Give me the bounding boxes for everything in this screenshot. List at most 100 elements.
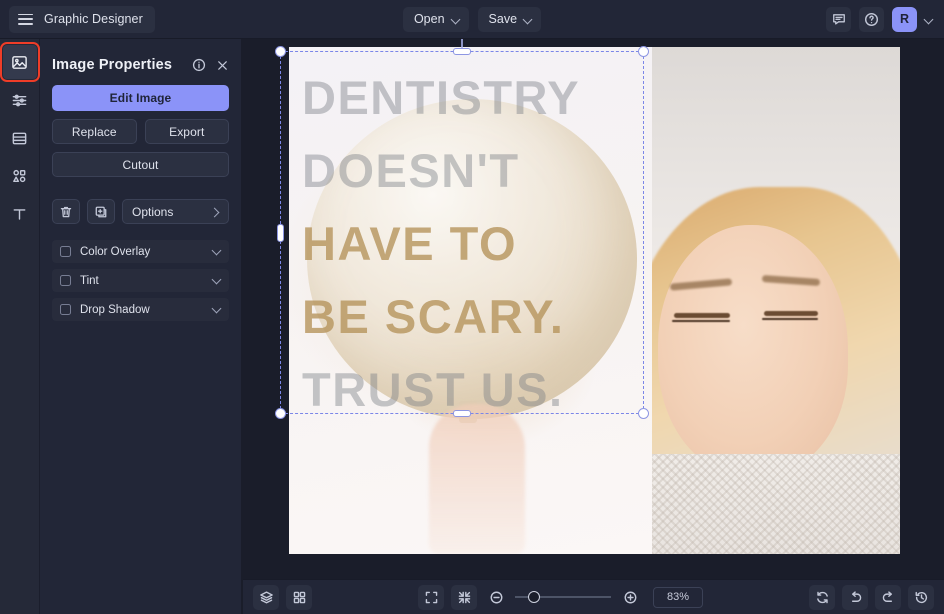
help-button[interactable] [859, 7, 884, 32]
sliders-icon [11, 92, 28, 109]
redo-button[interactable] [875, 585, 901, 610]
collapse-button[interactable] [451, 585, 477, 610]
chevron-right-icon [211, 208, 219, 216]
face-graphic [658, 225, 848, 475]
collapse-icon [457, 590, 472, 605]
drop-shadow-checkbox[interactable] [60, 304, 71, 315]
replace-button[interactable]: Replace [52, 119, 137, 144]
grid-icon [292, 590, 307, 605]
replace-export-row: Replace Export [52, 119, 229, 144]
headline-line: DOESN'T [302, 134, 650, 207]
undo-button[interactable] [842, 585, 868, 610]
options-label: Options [132, 205, 173, 219]
effect-label: Tint [80, 275, 99, 287]
help-circle-icon [864, 12, 879, 27]
refresh-icon [815, 590, 830, 605]
resize-handle-middle-left[interactable] [277, 224, 284, 242]
chevron-down-icon[interactable] [212, 276, 221, 285]
top-right-actions: R [826, 7, 934, 32]
export-button[interactable]: Export [145, 119, 230, 144]
sidebar-item-image-tool[interactable] [3, 45, 37, 79]
hamburger-icon [18, 14, 33, 25]
sidebar-item-text-tool[interactable] [3, 197, 37, 231]
headline-line: HAVE TO [302, 207, 650, 280]
color-overlay-checkbox[interactable] [60, 246, 71, 257]
edit-image-button[interactable]: Edit Image [52, 85, 229, 111]
delete-button[interactable] [52, 199, 80, 224]
fit-screen-icon [424, 590, 439, 605]
reset-view-button[interactable] [809, 585, 835, 610]
headline-line: TRUST US. [302, 353, 650, 426]
chevron-down-icon [452, 15, 460, 23]
eye-left [674, 313, 730, 318]
app-title: Graphic Designer [44, 12, 143, 26]
duplicate-button[interactable] [87, 199, 115, 224]
grid-button[interactable] [286, 585, 312, 610]
chevron-down-icon [524, 15, 532, 23]
chevron-down-icon[interactable] [212, 305, 221, 314]
user-avatar[interactable]: R [892, 7, 917, 32]
minus-circle-icon [489, 590, 504, 605]
options-button[interactable]: Options [122, 199, 229, 224]
tool-rail [0, 39, 40, 614]
zoom-out-button[interactable] [484, 585, 508, 609]
resize-handle-bottom-left[interactable] [275, 408, 286, 419]
headline-line: DENTISTRY [302, 61, 650, 134]
effect-label: Drop Shadow [80, 304, 150, 316]
effect-row-tint[interactable]: Tint [52, 269, 229, 292]
sidebar-item-layout-tool[interactable] [3, 121, 37, 155]
right-photo-layer[interactable] [652, 47, 900, 554]
open-menu-button[interactable]: Open [403, 7, 469, 32]
trash-icon [59, 205, 73, 219]
close-panel-button[interactable] [216, 59, 229, 72]
panel-header-actions [192, 58, 229, 72]
effects-list: Color Overlay Tint Drop Shadow [52, 240, 229, 321]
account-chevron-down-icon[interactable] [925, 15, 934, 24]
effect-row-drop-shadow[interactable]: Drop Shadow [52, 298, 229, 321]
properties-panel: Image Properties Edit Image [40, 39, 242, 614]
object-tools-row: Options [52, 199, 229, 224]
canvas-area[interactable]: DENTISTRY DOESN'T HAVE TO BE SCARY. TRUS… [242, 39, 944, 614]
app-root: Graphic Designer Open Save [0, 0, 944, 614]
zoom-slider-knob[interactable] [528, 591, 540, 603]
sidebar-item-adjust-tool[interactable] [3, 83, 37, 117]
redo-icon [881, 590, 896, 605]
layers-button[interactable] [253, 585, 279, 610]
effect-row-color-overlay[interactable]: Color Overlay [52, 240, 229, 263]
info-circle-icon [192, 58, 206, 72]
top-bar: Graphic Designer Open Save [0, 0, 944, 39]
zoom-in-button[interactable] [618, 585, 642, 609]
eyebrow-left [670, 278, 732, 290]
headline-text[interactable]: DENTISTRY DOESN'T HAVE TO BE SCARY. TRUS… [302, 61, 650, 426]
lash-right [762, 318, 818, 320]
open-menu-label: Open [414, 12, 445, 26]
text-t-icon [11, 206, 28, 223]
zoom-level-value[interactable]: 83% [653, 587, 703, 608]
resize-handle-top-left[interactable] [275, 46, 286, 57]
app-menu-button[interactable]: Graphic Designer [9, 6, 155, 33]
sweater-graphic [652, 454, 900, 554]
chevron-down-icon[interactable] [212, 247, 221, 256]
cutout-button[interactable]: Cutout [52, 152, 229, 177]
save-menu-button[interactable]: Save [478, 7, 542, 32]
hand-graphic [429, 404, 525, 554]
comment-icon [832, 12, 846, 26]
comment-button[interactable] [826, 7, 851, 32]
image-icon [11, 54, 28, 71]
history-icon [914, 590, 929, 605]
layout-icon [11, 130, 28, 147]
page-title: Image Properties [52, 57, 172, 73]
lash-left [672, 320, 730, 322]
panel-header: Image Properties [52, 39, 229, 85]
cutout-row: Cutout [52, 152, 229, 177]
bottom-bar: 83% [243, 579, 944, 614]
sidebar-item-shapes-tool[interactable] [3, 159, 37, 193]
fit-screen-button[interactable] [418, 585, 444, 610]
zoom-slider[interactable] [515, 590, 611, 604]
tint-checkbox[interactable] [60, 275, 71, 286]
info-button[interactable] [192, 58, 206, 72]
eye-right [764, 311, 818, 316]
history-button[interactable] [908, 585, 934, 610]
effect-label: Color Overlay [80, 246, 150, 258]
artboard[interactable]: DENTISTRY DOESN'T HAVE TO BE SCARY. TRUS… [289, 47, 900, 554]
